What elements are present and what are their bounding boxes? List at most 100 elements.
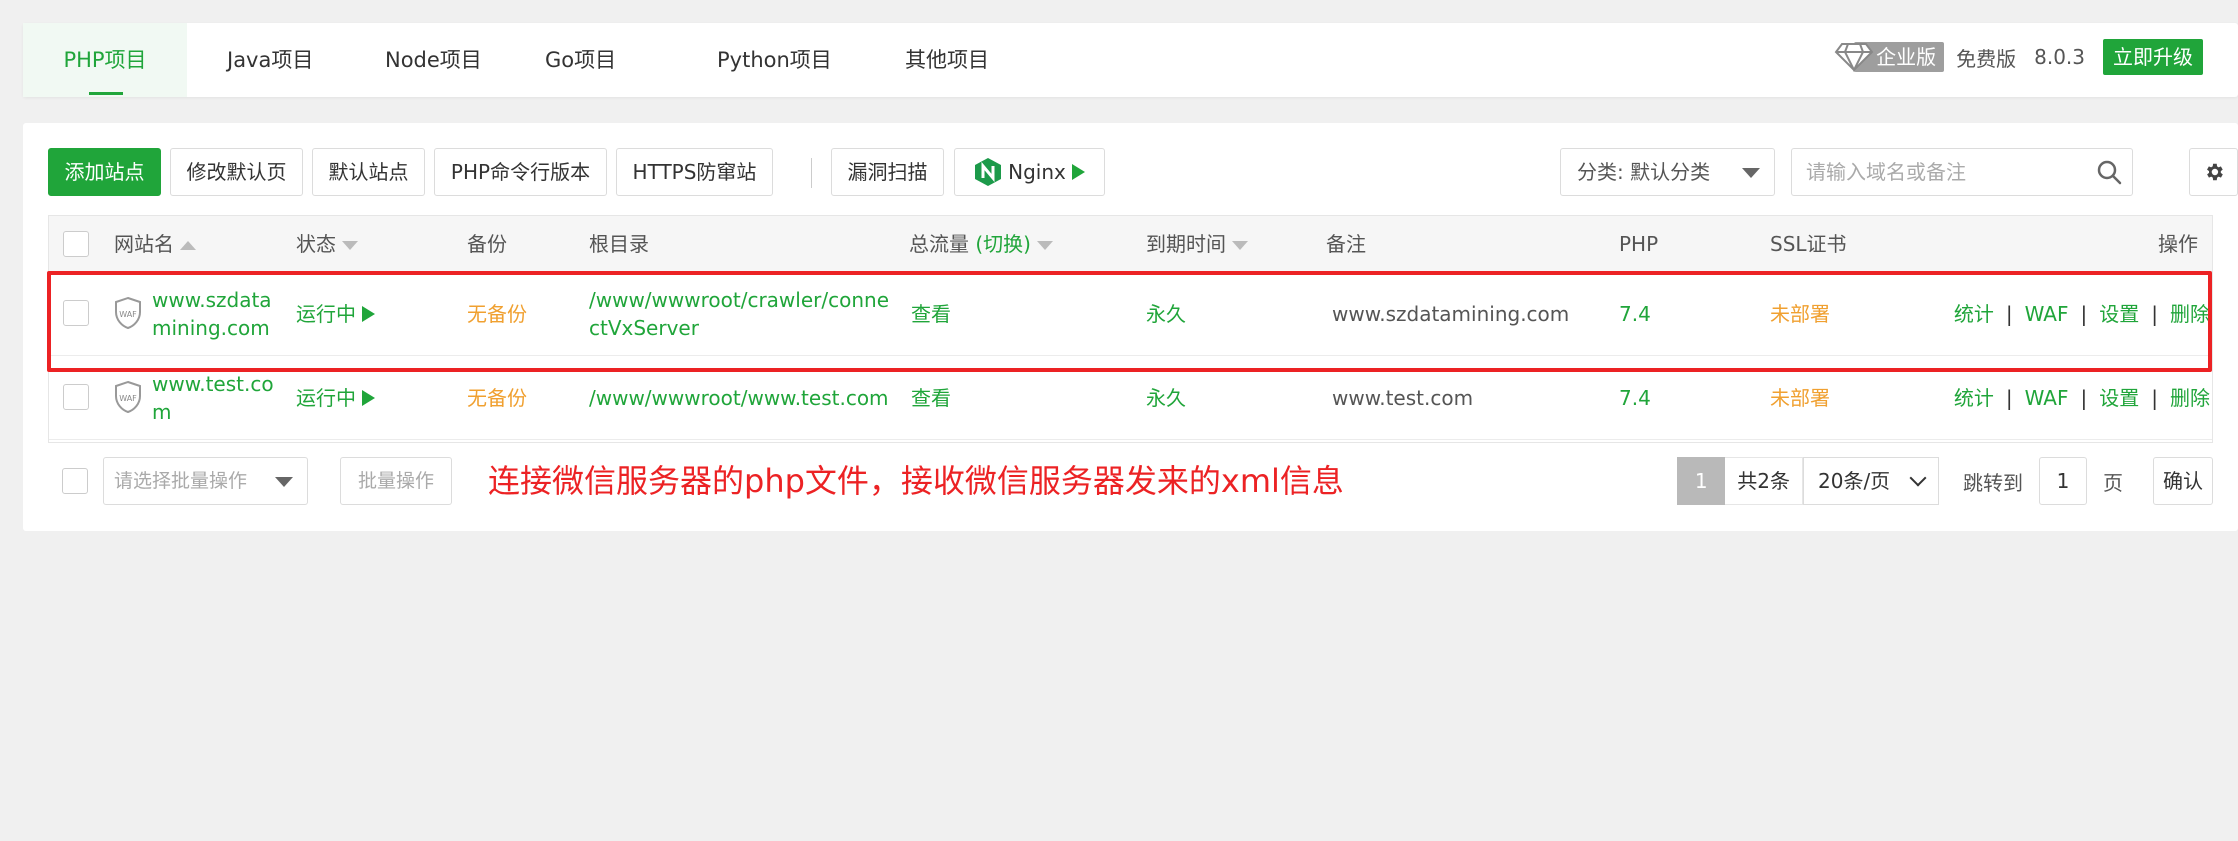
https-protect-button[interactable]: HTTPS防窜站 (616, 148, 773, 196)
batch-action-select[interactable]: 请选择批量操作 (103, 457, 308, 505)
header-traffic[interactable]: 总流量 (切换) (909, 216, 1053, 272)
waf-shield-icon[interactable]: WAF (113, 380, 143, 414)
footer-select-all-checkbox[interactable] (62, 468, 88, 494)
search-input[interactable] (1792, 149, 2082, 195)
site-name-link[interactable]: www.test.co m (152, 370, 274, 426)
ops-separator: | (2005, 302, 2013, 326)
diamond-icon (1832, 40, 1876, 74)
header-status[interactable]: 状态 (296, 216, 358, 272)
page-current[interactable]: 1 (1677, 457, 1726, 505)
category-select[interactable]: 分类: 默认分类 (1560, 148, 1775, 196)
row-ops: 统计 | WAF | 设置 | 删除 (1954, 300, 2210, 328)
ssl-status-link[interactable]: 未部署 (1770, 384, 1830, 412)
row-checkbox[interactable] (63, 384, 89, 410)
tab-python[interactable]: Python项目 (677, 23, 872, 97)
jump-confirm-button[interactable]: 确认 (2153, 457, 2213, 505)
settings-link[interactable]: 设置 (2099, 386, 2139, 410)
php-version-link[interactable]: 7.4 (1619, 384, 1651, 412)
row-checkbox[interactable] (63, 300, 89, 326)
pagination: 1 共2条 20条/页 跳转到 1 页 确认 (1677, 457, 2213, 505)
delete-link[interactable]: 删除 (2170, 386, 2210, 410)
site-name-link[interactable]: www.szdata mining.com (152, 286, 272, 342)
remark-value[interactable]: www.test.com (1332, 384, 1473, 412)
status-toggle[interactable]: 运行中 (296, 384, 376, 412)
page-size-select[interactable]: 20条/页 (1803, 457, 1939, 505)
total-count: 共2条 (1725, 457, 1803, 505)
nginx-label: Nginx (1008, 160, 1066, 184)
settings-gear-button[interactable] (2189, 148, 2238, 196)
tab-go[interactable]: Go项目 (505, 23, 656, 97)
annotation-note: 连接微信服务器的php文件，接收微信服务器发来的xml信息 (488, 462, 1344, 500)
header-php: PHP (1619, 232, 1659, 256)
jump-page-input[interactable]: 1 (2039, 457, 2087, 505)
version-area: 企业版 免费版 8.0.3 立即升级 (1832, 37, 2203, 77)
select-all-checkbox[interactable] (63, 231, 89, 257)
header-expire-label: 到期时间 (1146, 232, 1226, 256)
expire-value[interactable]: 永久 (1146, 300, 1186, 328)
caret-down-icon (1742, 168, 1760, 178)
add-site-button[interactable]: 添加站点 (48, 148, 161, 196)
header-expire[interactable]: 到期时间 (1146, 216, 1248, 272)
waf-shield-icon[interactable]: WAF (113, 296, 143, 330)
tab-other[interactable]: 其他项目 (865, 23, 1029, 97)
page-unit-label: 页 (2103, 470, 2123, 495)
waf-link[interactable]: WAF (2025, 302, 2069, 326)
svg-text:WAF: WAF (119, 394, 137, 403)
batch-action-placeholder: 请选择批量操作 (114, 470, 248, 492)
version-number: 8.0.3 (2034, 45, 2085, 69)
root-dir-link[interactable]: /www/wwwroot/crawler/conne ctVxServer (589, 286, 889, 342)
expire-value[interactable]: 永久 (1146, 384, 1186, 412)
toolbar-divider (811, 158, 812, 188)
root-dir-link[interactable]: /www/wwwroot/www.test.com (589, 384, 889, 412)
backup-link[interactable]: 无备份 (467, 300, 527, 328)
traffic-switch-link[interactable]: (切换) (975, 232, 1031, 256)
table-row: WAF www.test.co m 运行中 无备份 /www/wwwroot/w… (49, 356, 2212, 440)
site-name-line1: www.test.co (152, 372, 274, 396)
php-version-link[interactable]: 7.4 (1619, 300, 1651, 328)
php-cli-version-button[interactable]: PHP命令行版本 (434, 148, 607, 196)
backup-link[interactable]: 无备份 (467, 384, 527, 412)
sort-down-icon (342, 241, 358, 250)
ops-separator: | (2080, 386, 2088, 410)
stats-link[interactable]: 统计 (1954, 302, 1994, 326)
header-ops: 操作 (2158, 232, 2198, 256)
site-name-line2: mining.com (152, 316, 270, 340)
vuln-scan-button[interactable]: 漏洞扫描 (831, 148, 944, 196)
jump-label: 跳转到 (1963, 470, 2023, 495)
caret-down-icon (275, 477, 293, 487)
site-name-line1: www.szdata (152, 288, 272, 312)
tab-java[interactable]: Java项目 (187, 23, 353, 97)
batch-action-button[interactable]: 批量操作 (340, 457, 452, 505)
upgrade-button[interactable]: 立即升级 (2103, 39, 2203, 75)
waf-link[interactable]: WAF (2025, 386, 2069, 410)
ssl-status-link[interactable]: 未部署 (1770, 300, 1830, 328)
header-backup: 备份 (467, 232, 507, 256)
toolbar: 添加站点 修改默认页 默认站点 PHP命令行版本 HTTPS防窜站 漏洞扫描 N… (48, 148, 2238, 196)
sort-down-icon (1232, 241, 1248, 250)
nginx-icon (975, 158, 1002, 186)
default-site-button[interactable]: 默认站点 (312, 148, 425, 196)
delete-link[interactable]: 删除 (2170, 302, 2210, 326)
free-edition-label: 免费版 (1956, 46, 2017, 71)
settings-link[interactable]: 设置 (2099, 302, 2139, 326)
enterprise-badge[interactable]: 企业版 (1832, 40, 1945, 74)
tab-node[interactable]: Node项目 (345, 23, 522, 97)
category-select-value: 分类: 默认分类 (1577, 160, 1711, 184)
nginx-button[interactable]: Nginx (954, 148, 1105, 196)
search-icon[interactable] (2096, 159, 2122, 185)
traffic-view-link[interactable]: 查看 (911, 300, 951, 328)
header-remark: 备注 (1326, 232, 1366, 256)
chevron-down-icon (1909, 469, 1927, 487)
header-site-name[interactable]: 网站名 (114, 216, 196, 272)
root-dir-line2: ctVxServer (589, 316, 699, 340)
site-table: 网站名 状态 备份 根目录 总流量 (切换) 到期时间 备注 PHP SSL证书… (48, 215, 2213, 443)
tab-php[interactable]: PHP项目 (23, 23, 187, 97)
table-header: 网站名 状态 备份 根目录 总流量 (切换) 到期时间 备注 PHP SSL证书… (49, 216, 2212, 272)
traffic-view-link[interactable]: 查看 (911, 384, 951, 412)
remark-value[interactable]: www.szdatamining.com (1332, 300, 1569, 328)
status-toggle[interactable]: 运行中 (296, 300, 376, 328)
stats-link[interactable]: 统计 (1954, 386, 1994, 410)
root-dir-line1: /www/wwwroot/crawler/conne (589, 288, 889, 312)
edit-default-page-button[interactable]: 修改默认页 (170, 148, 303, 196)
play-icon (1071, 164, 1085, 180)
